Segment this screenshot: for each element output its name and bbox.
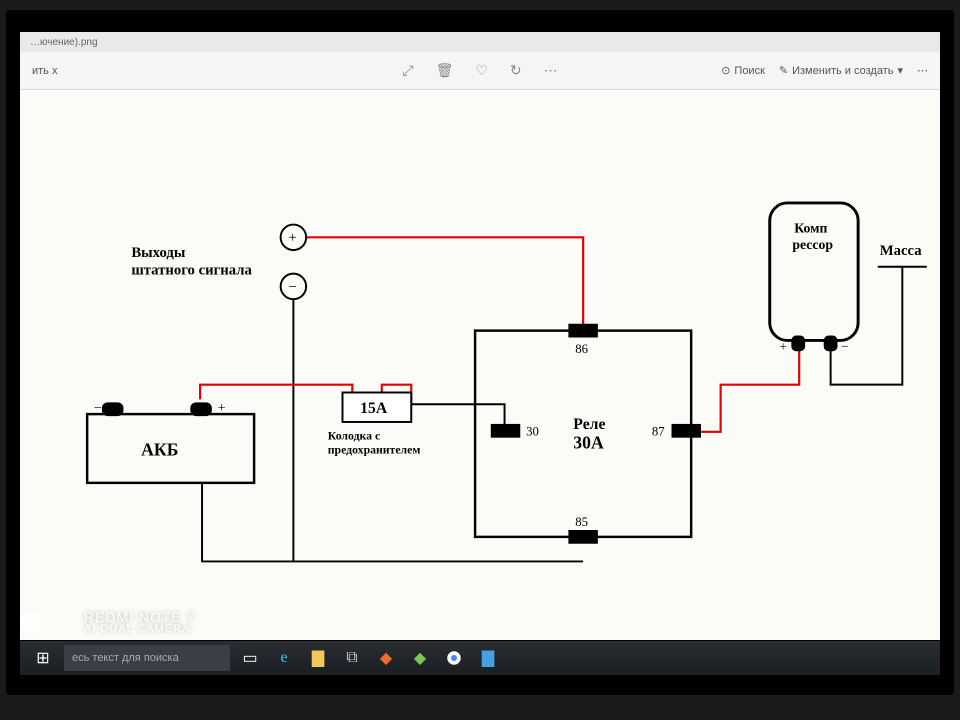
- chrome-icon[interactable]: [440, 645, 468, 671]
- more-icon[interactable]: ⋯: [544, 62, 558, 79]
- relay-label-2: 30А: [573, 432, 604, 452]
- delete-icon[interactable]: 🗑: [436, 62, 454, 79]
- store-icon[interactable]: ⧉: [338, 645, 366, 671]
- rotate-icon[interactable]: ↻: [510, 62, 522, 79]
- fuse-cap-2: предохранителем: [328, 443, 421, 456]
- battery-minus-label: −: [94, 400, 102, 415]
- file-tab[interactable]: …ючение).png: [30, 37, 98, 48]
- battery-plus-label: +: [218, 400, 226, 415]
- phone-watermark: REDMI NOTE 7 AI DUAL CAMERA: [20, 610, 196, 635]
- comp-minus-label: −: [841, 339, 848, 353]
- watermark-line1: REDMI NOTE 7: [84, 610, 196, 624]
- pin86-label: 86: [575, 342, 588, 356]
- viewer-toolbar: ить x ⤢ 🗑 ♡ ↻ ⋯ ⊙ Поиск ✎ Изменить и соз…: [20, 52, 940, 90]
- watermark-ring-icon: [52, 612, 74, 634]
- windows-taskbar: ⊞ есь текст для поиска ▭ e ▇ ⧉ ◆ ◆ ▇: [20, 641, 940, 675]
- overflow-button[interactable]: ⋯: [917, 64, 928, 77]
- battery-label: АКБ: [141, 439, 178, 459]
- compressor-label-2: рессор: [792, 237, 833, 252]
- monitor-frame: …ючение).png ить x ⤢ 🗑 ♡ ↻ ⋯ ⊙ Поиск ✎ И…: [6, 10, 954, 695]
- ground-label: Масса: [880, 243, 922, 259]
- watermark-line2: AI DUAL CAMERA: [84, 624, 196, 635]
- app-icon-1[interactable]: ◆: [372, 645, 400, 671]
- signal-plus-icon: +: [288, 230, 296, 246]
- wiring-diagram: − + АКБ + − Выходы штатного сигнала 15А …: [20, 90, 940, 640]
- signal-label-1: Выходы: [131, 245, 185, 261]
- task-view-icon[interactable]: ▭: [236, 645, 264, 671]
- pin85-label: 85: [575, 515, 588, 529]
- start-button[interactable]: ⊞: [28, 645, 58, 671]
- diagram-canvas: − + АКБ + − Выходы штатного сигнала 15А …: [20, 90, 940, 640]
- fuse-amp: 15А: [360, 400, 388, 417]
- window-tabbar: …ючение).png: [20, 32, 940, 52]
- signal-label-2: штатного сигнала: [131, 263, 252, 279]
- taskbar-search[interactable]: есь текст для поиска: [64, 645, 230, 671]
- comp-plus-label: +: [780, 339, 787, 353]
- edit-button[interactable]: ✎ Изменить и создать ▾: [779, 64, 903, 77]
- heart-icon[interactable]: ♡: [475, 62, 488, 79]
- zoom-icon[interactable]: ⤢: [402, 62, 413, 79]
- app-icon-3[interactable]: ▇: [474, 645, 502, 671]
- pin87-label: 87: [652, 425, 665, 439]
- pin30-label: 30: [526, 425, 539, 439]
- fuse-cap-1: Колодка с: [328, 430, 380, 443]
- signal-minus-icon: −: [288, 279, 296, 295]
- relay-label-1: Реле: [573, 416, 605, 433]
- edge-icon[interactable]: e: [270, 645, 298, 671]
- app-icon-2[interactable]: ◆: [406, 645, 434, 671]
- compressor-label-1: Комп: [794, 220, 827, 235]
- watermark-dot-icon: [20, 612, 42, 634]
- explorer-icon[interactable]: ▇: [304, 645, 332, 671]
- search-button[interactable]: ⊙ Поиск: [721, 64, 765, 77]
